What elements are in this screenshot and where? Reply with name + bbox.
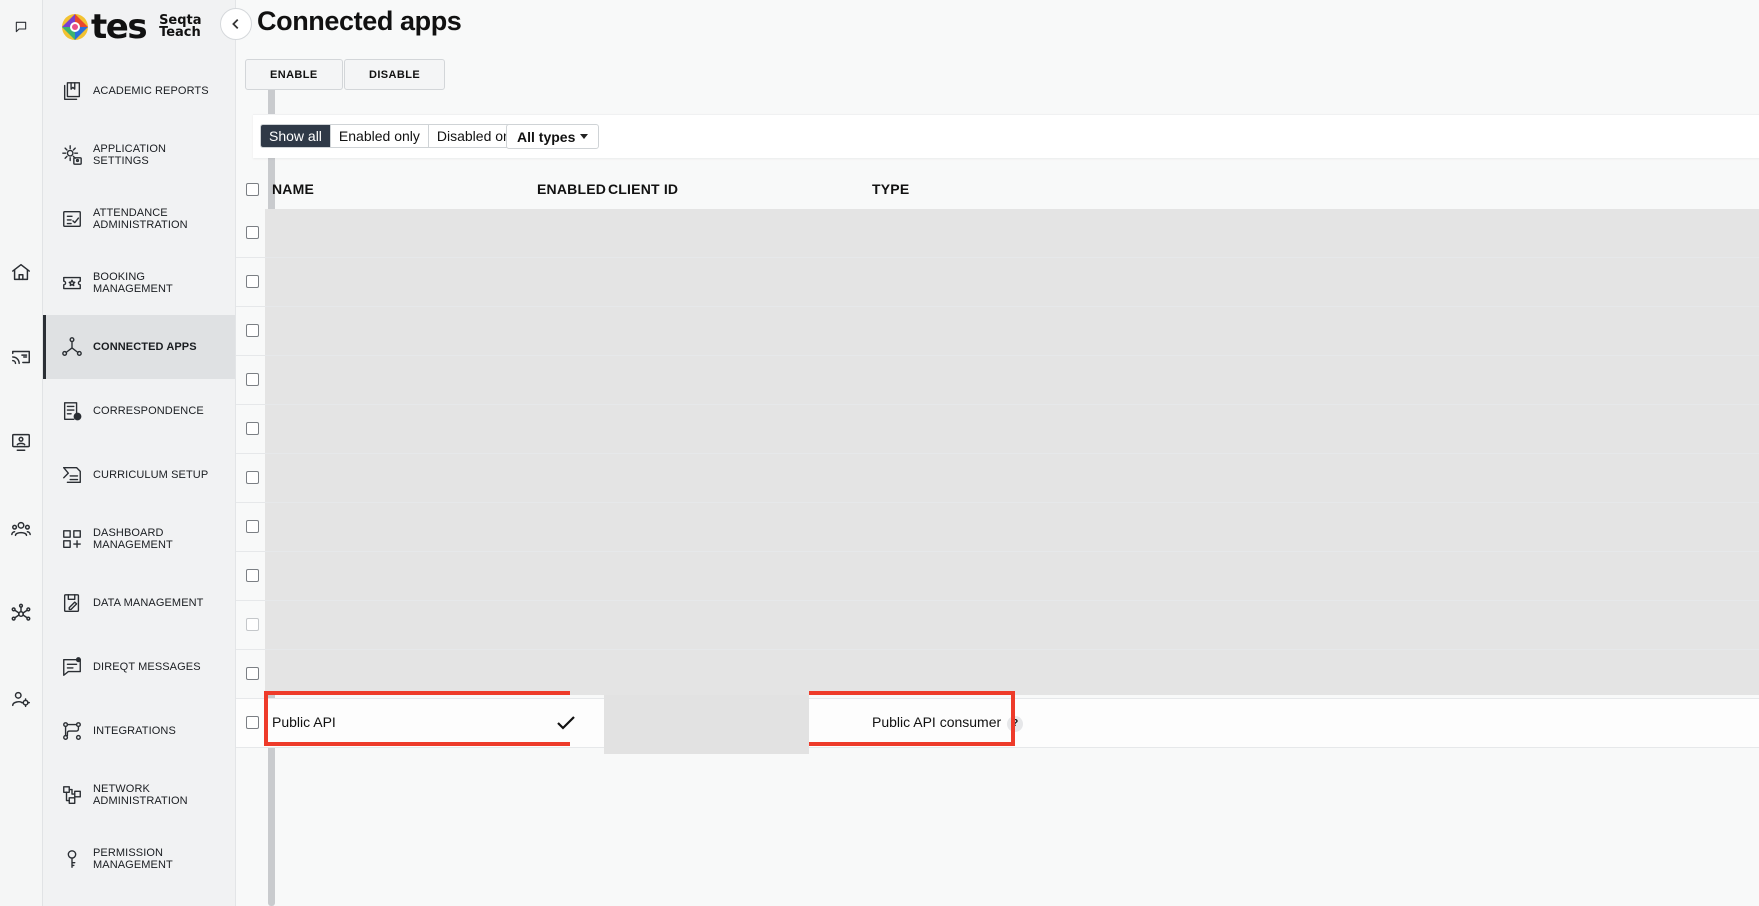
network-icon[interactable] xyxy=(8,601,34,627)
sidebar-item-label: INTEGRATIONS xyxy=(93,724,176,737)
network-admin-icon xyxy=(61,784,83,806)
sidebar-item-data-management[interactable]: DATA MANAGEMENT xyxy=(43,571,235,635)
select-all-checkbox[interactable] xyxy=(246,183,259,196)
sidebar-item-network-administration[interactable]: NETWORK ADMINISTRATION xyxy=(43,763,235,827)
table-header: NAME ENABLED CLIENT ID TYPE xyxy=(236,170,1759,209)
tes-logo-mark-icon xyxy=(62,14,88,40)
ticket-star-icon xyxy=(61,272,83,294)
sidebar-item-academic-reports[interactable]: ACADEMIC REPORTS xyxy=(43,59,235,123)
sidebar-item-direqt-messages[interactable]: DIREQT MESSAGES xyxy=(43,635,235,699)
sidebar-item-connected-apps[interactable]: CONNECTED APPS xyxy=(43,315,235,379)
table-row[interactable] xyxy=(236,503,1759,552)
user-settings-icon[interactable] xyxy=(8,686,34,712)
sidebar-item-label: DASHBOARD MANAGEMENT xyxy=(93,526,173,552)
connected-apps-table: NAME ENABLED CLIENT ID TYPE Public API P… xyxy=(236,170,1759,754)
column-header-type[interactable]: TYPE xyxy=(872,181,909,197)
curriculum-icon xyxy=(61,464,83,486)
row-checkbox[interactable] xyxy=(246,471,259,484)
collapse-sidebar-button[interactable] xyxy=(220,8,252,40)
sidebar-item-label: CONNECTED APPS xyxy=(93,340,197,353)
sidebar-menu: ACADEMIC REPORTS APPLICATION SETTINGS AT… xyxy=(43,59,235,891)
table-row[interactable] xyxy=(236,405,1759,454)
checklist-icon xyxy=(61,208,83,230)
logo-wordmark: tes xyxy=(91,7,148,47)
column-header-enabled[interactable]: ENABLED xyxy=(537,181,606,197)
gear-user-icon xyxy=(61,144,83,166)
sidebar-item-label: BOOKING MANAGEMENT xyxy=(93,270,173,296)
page-title: Connected apps xyxy=(257,6,462,36)
book-icon xyxy=(61,80,83,102)
type-filter-value: All types xyxy=(517,128,576,145)
dashboard-grid-icon xyxy=(61,528,83,550)
message-icon xyxy=(61,656,83,678)
main-content: Connected apps ENABLE DISABLE Show all E… xyxy=(235,0,1759,906)
sidebar-item-dashboard-management[interactable]: DASHBOARD MANAGEMENT xyxy=(43,507,235,571)
table-row[interactable] xyxy=(236,307,1759,356)
key-icon xyxy=(61,848,83,870)
cast-icon[interactable] xyxy=(8,344,34,370)
row-checkbox xyxy=(246,618,259,631)
filter-show-all[interactable]: Show all xyxy=(261,125,331,147)
people-icon[interactable] xyxy=(8,516,34,542)
sidebar-item-curriculum-setup[interactable]: CURRICULUM SETUP xyxy=(43,443,235,507)
sidebar-item-correspondence[interactable]: CORRESPONDENCE xyxy=(43,379,235,443)
column-header-client-id[interactable]: CLIENT ID xyxy=(608,181,678,197)
chevron-left-icon xyxy=(232,19,239,29)
presentation-icon[interactable] xyxy=(8,429,34,455)
sidebar-item-label: DATA MANAGEMENT xyxy=(93,596,204,609)
icon-rail xyxy=(0,0,43,906)
sidebar-item-booking-management[interactable]: BOOKING MANAGEMENT xyxy=(43,251,235,315)
enable-button[interactable]: ENABLE xyxy=(245,59,343,90)
row-checkbox[interactable] xyxy=(246,716,259,729)
navigation-sidebar: tes Seqta Teach ACADEMIC REPORTS APPLICA… xyxy=(43,0,275,906)
column-header-name[interactable]: NAME xyxy=(272,181,314,197)
document-badge-icon xyxy=(61,400,83,422)
sidebar-item-label: CORRESPONDENCE xyxy=(93,404,204,417)
sidebar-item-label: ACADEMIC REPORTS xyxy=(93,84,209,97)
table-row[interactable] xyxy=(236,454,1759,503)
sidebar-item-label: APPLICATION SETTINGS xyxy=(93,142,167,168)
type-filter-dropdown[interactable]: All types xyxy=(506,124,600,149)
table-row[interactable] xyxy=(236,209,1759,258)
sidebar-item-application-settings[interactable]: APPLICATION SETTINGS xyxy=(43,123,235,187)
sidebar-item-label: PERMISSION MANAGEMENT xyxy=(93,846,173,872)
product-name: Seqta Teach xyxy=(159,13,202,40)
sidebar-item-label: DIREQT MESSAGES xyxy=(93,660,201,673)
sidebar-item-integrations[interactable]: INTEGRATIONS xyxy=(43,699,235,763)
row-checkbox[interactable] xyxy=(246,373,259,386)
filter-enabled-only[interactable]: Enabled only xyxy=(330,125,429,147)
disable-button[interactable]: DISABLE xyxy=(344,59,446,90)
row-checkbox[interactable] xyxy=(246,520,259,533)
filter-bar: Show all Enabled only Disabled only All … xyxy=(253,114,1759,158)
status-filter-group: Show all Enabled only Disabled only xyxy=(260,124,530,148)
chevron-down-icon xyxy=(580,134,589,139)
chat-icon[interactable] xyxy=(8,14,34,40)
connected-nodes-icon xyxy=(61,336,83,358)
highlight-box-name-enabled xyxy=(264,691,570,746)
table-row[interactable] xyxy=(236,601,1759,650)
row-checkbox[interactable] xyxy=(246,569,259,582)
row-checkbox[interactable] xyxy=(246,324,259,337)
row-checkbox[interactable] xyxy=(246,226,259,239)
highlight-box-type xyxy=(809,691,1015,746)
sidebar-item-label: ATTENDANCE ADMINISTRATION xyxy=(93,206,188,232)
redacted-client-id xyxy=(604,695,809,754)
sidebar-item-attendance-administration[interactable]: ATTENDANCE ADMINISTRATION xyxy=(43,187,235,251)
table-row[interactable] xyxy=(236,552,1759,601)
sidebar-item-label: NETWORK ADMINISTRATION xyxy=(93,782,188,808)
row-checkbox[interactable] xyxy=(246,422,259,435)
logo: tes Seqta Teach xyxy=(60,10,202,44)
sidebar-item-label: CURRICULUM SETUP xyxy=(93,468,209,481)
table-row[interactable] xyxy=(236,258,1759,307)
integrations-icon xyxy=(61,720,83,742)
row-checkbox[interactable] xyxy=(246,667,259,680)
home-icon[interactable] xyxy=(8,259,34,285)
table-row[interactable] xyxy=(236,356,1759,405)
row-checkbox[interactable] xyxy=(246,275,259,288)
data-edit-icon xyxy=(61,592,83,614)
sidebar-item-permission-management[interactable]: PERMISSION MANAGEMENT xyxy=(43,827,235,891)
